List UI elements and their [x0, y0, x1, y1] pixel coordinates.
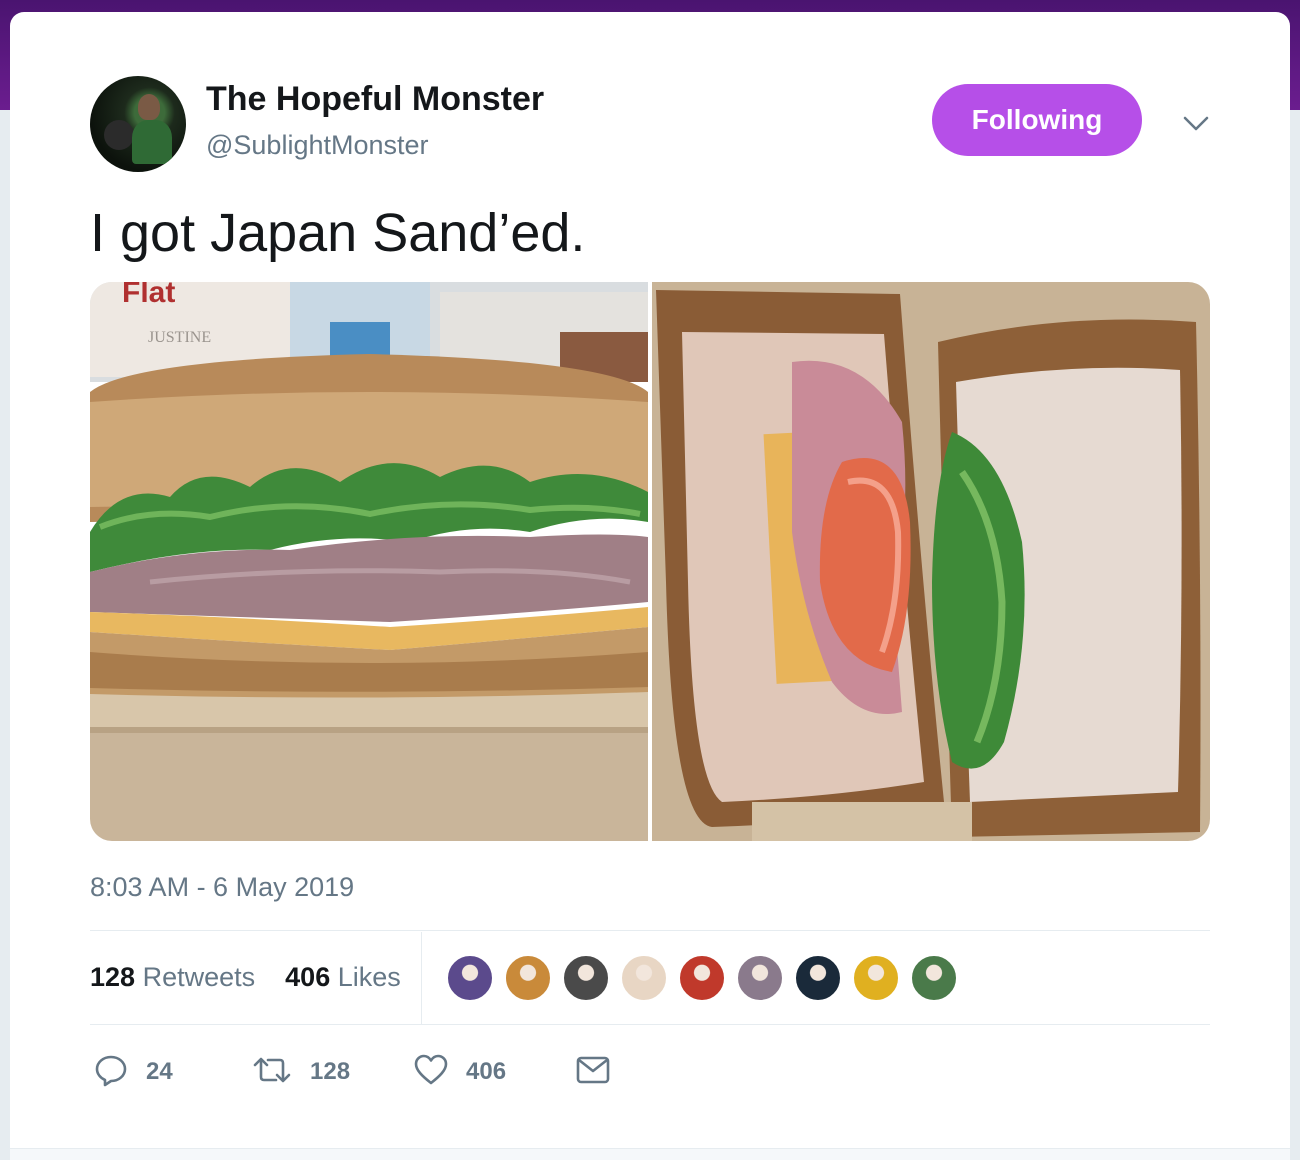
sunset-avatar[interactable]	[504, 954, 552, 1002]
retweets-stat[interactable]: 128 Retweets	[90, 962, 255, 992]
user-handle[interactable]: @SublightMonster	[206, 130, 429, 161]
dark-portrait-avatar[interactable]	[794, 954, 842, 1002]
packaging-text: JUSTINE	[148, 329, 211, 346]
retweets-label: Retweets	[142, 962, 256, 992]
background-edge	[0, 560, 10, 620]
heart-icon	[414, 1054, 448, 1091]
like-action[interactable]: 406	[414, 1052, 506, 1092]
envelope-icon	[576, 1056, 610, 1089]
engagement-stats: 128 Retweets 406 Likes	[90, 962, 401, 993]
background-edge	[0, 330, 10, 390]
avatar[interactable]	[90, 76, 186, 172]
outdoor-avatar[interactable]	[910, 954, 958, 1002]
retweet-icon	[252, 1053, 292, 1092]
tweet-text: I got Japan Sand’ed.	[90, 203, 586, 263]
avatar-detail	[104, 120, 134, 150]
group-photo-avatar[interactable]	[562, 954, 610, 1002]
tweet-modal: The Hopeful Monster @SublightMonster Fol…	[10, 12, 1290, 1160]
tweet-timestamp[interactable]: 8:03 AM - 6 May 2019	[90, 872, 354, 903]
sandwich-cross-section-photo[interactable]: Flat JUSTINE	[90, 282, 648, 841]
display-name[interactable]: The Hopeful Monster	[206, 80, 544, 119]
likes-stat[interactable]: 406 Likes	[285, 962, 401, 992]
likes-label: Likes	[337, 962, 401, 992]
likes-count: 406	[285, 962, 331, 992]
reply-count: 24	[146, 1058, 173, 1085]
reply-icon	[94, 1053, 128, 1092]
heart-face-avatar[interactable]	[620, 954, 668, 1002]
divider	[90, 1024, 1210, 1025]
divider	[90, 930, 1210, 931]
divider	[421, 932, 422, 1025]
following-button[interactable]: Following	[932, 84, 1142, 156]
open-sandwich-halves-photo[interactable]	[652, 282, 1210, 841]
retweets-count: 128	[90, 962, 136, 992]
retweet-action[interactable]: 128	[252, 1052, 350, 1092]
retweet-count: 128	[310, 1058, 351, 1085]
avatar-detail	[132, 120, 172, 164]
tweet-media: Flat JUSTINE	[90, 282, 1210, 841]
car-avatar[interactable]	[678, 954, 726, 1002]
chevron-down-icon[interactable]	[1178, 110, 1214, 138]
like-count: 406	[466, 1058, 507, 1085]
portrait-avatar[interactable]	[736, 954, 784, 1002]
avatar-detail	[138, 94, 160, 120]
reply-action[interactable]: 24	[94, 1052, 173, 1092]
card-footer	[10, 1148, 1290, 1160]
direct-message-action[interactable]	[576, 1052, 610, 1092]
anime-girl-avatar[interactable]	[446, 954, 494, 1002]
packaging-text: Flat	[122, 282, 175, 309]
fist-avatar[interactable]	[852, 954, 900, 1002]
